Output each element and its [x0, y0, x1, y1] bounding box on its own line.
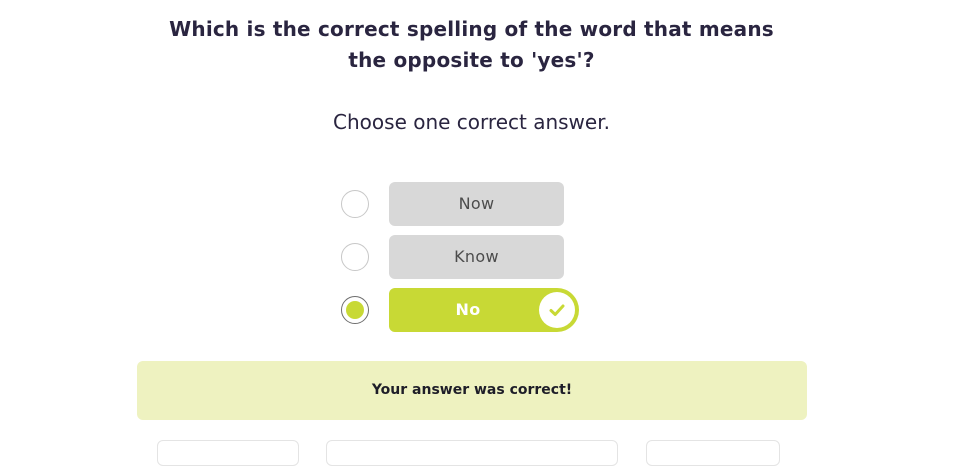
option-label-no: No [455, 300, 481, 319]
option-button-now[interactable]: Now [389, 182, 564, 226]
question-text: Which is the correct spelling of the wor… [169, 17, 774, 72]
bottom-button-left[interactable] [157, 440, 299, 466]
bottom-button-center[interactable] [326, 440, 618, 466]
check-icon [539, 292, 575, 328]
option-radio-no[interactable] [341, 296, 369, 324]
bottom-button-right[interactable] [646, 440, 780, 466]
feedback-message: Your answer was correct! [371, 382, 573, 398]
radio-selected-dot [345, 300, 364, 319]
feedback-banner: Your answer was correct! [137, 361, 807, 420]
option-button-no[interactable]: No [389, 288, 579, 332]
option-button-know[interactable]: Know [389, 235, 564, 279]
option-label-now: Now [458, 194, 495, 213]
option-radio-now[interactable] [341, 190, 369, 218]
instruction-text: Choose one correct answer. [333, 110, 610, 134]
option-radio-know[interactable] [341, 243, 369, 271]
option-label-know: Know [454, 247, 499, 266]
